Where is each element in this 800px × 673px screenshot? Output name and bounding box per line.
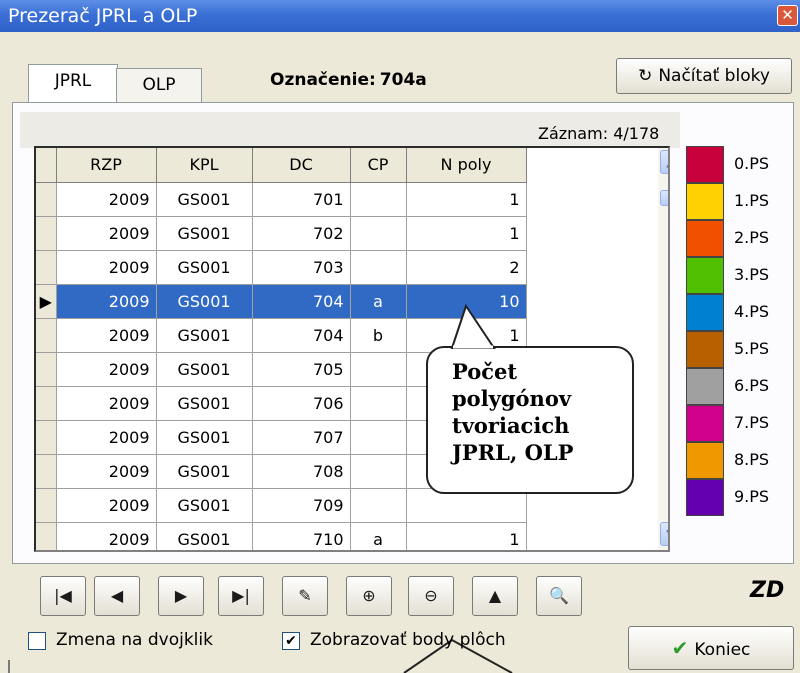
checkmark-icon: ✔ <box>671 636 689 660</box>
zoom-out-icon: ⊖ <box>424 586 438 605</box>
zobrazovat-label: Zobrazovať body plôch <box>310 630 506 650</box>
next-record-button[interactable]: ▶ <box>158 576 204 616</box>
pen-tool-icon: ✎ <box>298 586 312 605</box>
prev-record-icon: ◀ <box>110 586 124 605</box>
bottom-divider <box>8 660 10 673</box>
first-record-button[interactable]: |◀ <box>40 576 86 616</box>
zmena-checkbox[interactable] <box>28 632 46 650</box>
extent-button[interactable]: ▲ <box>472 576 518 616</box>
pen-tool-button[interactable]: ✎ <box>282 576 328 616</box>
last-record-button[interactable]: ▶| <box>218 576 264 616</box>
next-record-icon: ▶ <box>174 586 188 605</box>
search-button[interactable]: 🔍 <box>536 576 582 616</box>
callout-pointer <box>403 303 513 673</box>
koniec-button[interactable]: ✔ Koniec <box>628 626 794 670</box>
viewer-window: Prezerač JPRL a OLP ✕ JPRL OLP Označenie… <box>0 0 800 673</box>
zmena-label: Zmena na dvojklik <box>56 630 213 650</box>
first-record-icon: |◀ <box>54 586 72 605</box>
zd-logo: ZD <box>750 578 785 603</box>
search-icon: 🔍 <box>549 586 569 605</box>
last-record-icon: ▶| <box>232 586 250 605</box>
koniec-label: Koniec <box>694 640 751 660</box>
check-icon: ✔ <box>285 633 297 649</box>
zoom-out-button[interactable]: ⊖ <box>408 576 454 616</box>
prev-record-button[interactable]: ◀ <box>94 576 140 616</box>
extent-icon: ▲ <box>488 586 502 605</box>
zoom-in-icon: ⊕ <box>362 586 376 605</box>
zobrazovat-checkbox[interactable]: ✔ <box>282 632 300 650</box>
zoom-in-button[interactable]: ⊕ <box>346 576 392 616</box>
